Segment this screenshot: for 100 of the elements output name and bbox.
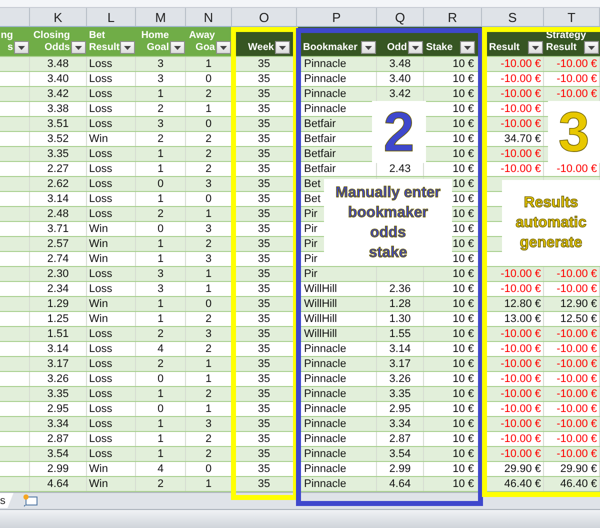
table-cell: 1 bbox=[136, 162, 186, 176]
table-cell: 10 € bbox=[424, 312, 482, 326]
filter-button[interactable] bbox=[71, 41, 86, 54]
table-cell: -10.00 € bbox=[544, 357, 600, 371]
table-cell: -10.00 € bbox=[544, 267, 600, 281]
table-cell: -10.00 € bbox=[482, 267, 544, 281]
header-label: Closing Odds bbox=[32, 30, 70, 54]
table-cell: 2.27 bbox=[30, 162, 87, 176]
table-cell: 1 bbox=[136, 237, 186, 251]
filter-button[interactable] bbox=[408, 41, 423, 54]
table-cell: 1.30 bbox=[377, 312, 424, 326]
table-cell: 3.48 bbox=[30, 57, 87, 71]
table-cell: 2 bbox=[186, 432, 232, 446]
table-cell: Win bbox=[87, 132, 136, 146]
table-cell: -10.00 € bbox=[544, 342, 600, 356]
column-letter[interactable]: N bbox=[186, 8, 232, 26]
table-cell: Loss bbox=[87, 192, 136, 206]
table-cell: WillHill bbox=[297, 297, 377, 311]
table-cell: Pinnacle bbox=[297, 57, 377, 71]
table-cell: 0 bbox=[136, 372, 186, 386]
table-cell: 1 bbox=[186, 477, 232, 491]
table-cell: 0 bbox=[186, 117, 232, 131]
table-cell: 2.48 bbox=[30, 207, 87, 221]
table-cell: 3.35 bbox=[30, 147, 87, 161]
table-cell: 2.99 bbox=[377, 462, 424, 476]
table-cell: Loss bbox=[87, 357, 136, 371]
table-cell: -10.00 € bbox=[482, 387, 544, 401]
table-cell: 0 bbox=[136, 402, 186, 416]
table-cell: 3.14 bbox=[30, 192, 87, 206]
table-cell: Loss bbox=[87, 147, 136, 161]
column-letter[interactable]: P bbox=[297, 8, 377, 26]
table-cell: 2 bbox=[186, 237, 232, 251]
filter-button[interactable] bbox=[584, 41, 599, 54]
column-letter[interactable]: L bbox=[87, 8, 136, 26]
table-cell: 35 bbox=[232, 87, 297, 101]
table-cell: 35 bbox=[232, 447, 297, 461]
table-cell: 12.90 € bbox=[544, 297, 600, 311]
table-cell: Loss bbox=[87, 87, 136, 101]
table-cell: WillHill bbox=[297, 282, 377, 296]
table-cell: -10.00 € bbox=[482, 402, 544, 416]
table-cell: 35 bbox=[232, 147, 297, 161]
table-cell: 1 bbox=[136, 387, 186, 401]
table-cell: 1 bbox=[186, 102, 232, 116]
table-cell: 1 bbox=[136, 417, 186, 431]
table-cell: 1 bbox=[186, 282, 232, 296]
table-cell: 35 bbox=[232, 402, 297, 416]
table-cell: Pinnacle bbox=[297, 72, 377, 86]
table-cell: 3.17 bbox=[30, 357, 87, 371]
table-cell: 35 bbox=[232, 387, 297, 401]
column-letter[interactable]: S bbox=[482, 8, 544, 26]
filter-button[interactable] bbox=[170, 41, 185, 54]
table-cell: 3 bbox=[136, 267, 186, 281]
table-cell: 35 bbox=[232, 372, 297, 386]
table-cell: 3.17 bbox=[377, 357, 424, 371]
table-cell: 1 bbox=[186, 267, 232, 281]
table-cell: 3.34 bbox=[377, 417, 424, 431]
sheet-tab[interactable]: s bbox=[0, 493, 14, 508]
table-cell: 10 € bbox=[424, 432, 482, 446]
table-cell: 3 bbox=[186, 327, 232, 341]
table-cell: 3.54 bbox=[30, 447, 87, 461]
table-cell: 3.42 bbox=[30, 87, 87, 101]
table-cell: 4.64 bbox=[30, 477, 87, 491]
column-letter[interactable]: M bbox=[136, 8, 186, 26]
table-cell: -10.00 € bbox=[482, 327, 544, 341]
table-cell: Loss bbox=[87, 447, 136, 461]
table-cell: Loss bbox=[87, 372, 136, 386]
table-cell: 10 € bbox=[424, 372, 482, 386]
filter-button[interactable] bbox=[120, 41, 135, 54]
table-cell: 1 bbox=[186, 57, 232, 71]
filter-button[interactable] bbox=[528, 41, 543, 54]
table-cell: 10 € bbox=[424, 72, 482, 86]
column-letter[interactable]: K bbox=[30, 8, 87, 26]
table-cell: 3.35 bbox=[377, 387, 424, 401]
table-cell: 2 bbox=[136, 207, 186, 221]
table-cell: 35 bbox=[232, 417, 297, 431]
table-cell: 35 bbox=[232, 267, 297, 281]
filter-button[interactable] bbox=[216, 41, 231, 54]
filter-button[interactable] bbox=[275, 41, 290, 54]
table-cell: 4 bbox=[136, 462, 186, 476]
table-cell: Loss bbox=[87, 117, 136, 131]
filter-button[interactable] bbox=[460, 41, 475, 54]
column-letter[interactable]: Q bbox=[377, 8, 424, 26]
table-cell: 1 bbox=[136, 192, 186, 206]
table-cell: -10.00 € bbox=[482, 282, 544, 296]
table-cell: 46.40 € bbox=[482, 477, 544, 491]
column-letter[interactable]: T bbox=[544, 8, 600, 26]
filter-button[interactable] bbox=[361, 41, 376, 54]
column-letter[interactable]: R bbox=[424, 8, 482, 26]
table-cell: 3 bbox=[136, 72, 186, 86]
table-cell: 3 bbox=[186, 417, 232, 431]
filter-button[interactable] bbox=[14, 41, 29, 54]
table-cell: Loss bbox=[87, 57, 136, 71]
column-letter[interactable]: O bbox=[232, 8, 297, 26]
table-cell: 10 € bbox=[424, 387, 482, 401]
table-cell: 35 bbox=[232, 297, 297, 311]
table-cell: -10.00 € bbox=[544, 72, 600, 86]
table-cell: 1 bbox=[136, 297, 186, 311]
new-sheet-icon[interactable] bbox=[22, 494, 38, 507]
table-cell: Pinnacle bbox=[297, 462, 377, 476]
table-cell: 2.74 bbox=[30, 252, 87, 266]
